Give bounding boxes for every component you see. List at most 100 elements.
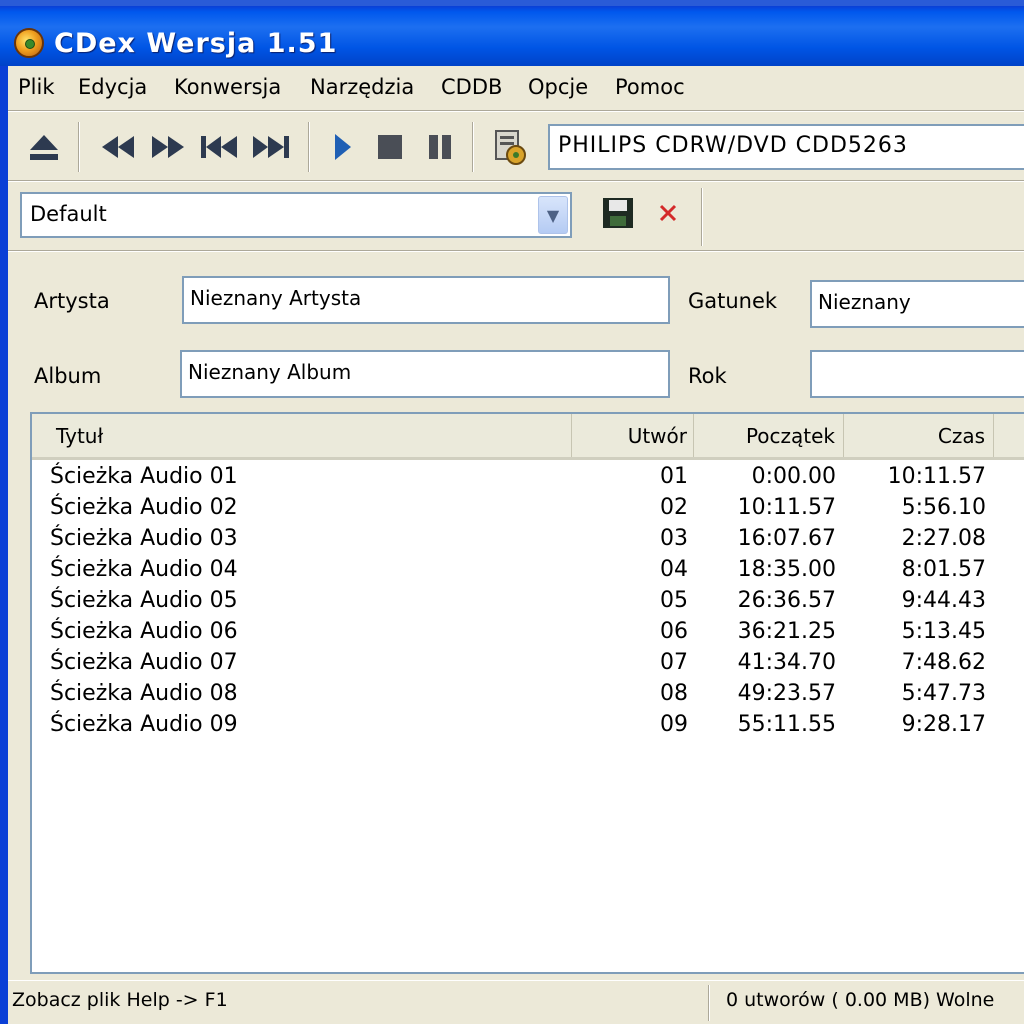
track-number: 03 (660, 526, 688, 551)
track-title: Ścieżka Audio 08 (50, 681, 238, 706)
table-row[interactable]: Ścieżka Audio 06 06 36:21.25 5:13.45 (32, 619, 1024, 650)
toolbar-divider (472, 122, 474, 172)
album-info: Artysta Nieznany Artysta Gatunek Nieznan… (8, 252, 1024, 412)
table-row[interactable]: Ścieżka Audio 05 05 26:36.57 9:44.43 (32, 588, 1024, 619)
track-start: 10:11.57 (737, 495, 836, 520)
table-row[interactable]: Ścieżka Audio 08 08 49:23.57 5:47.73 (32, 681, 1024, 712)
column-header-extra[interactable] (994, 414, 1024, 457)
album-field[interactable]: Nieznany Album (180, 350, 670, 398)
track-time: 10:11.57 (887, 464, 986, 489)
toolbar-separator (8, 180, 1024, 182)
track-number: 04 (660, 557, 688, 582)
track-number: 01 (660, 464, 688, 489)
track-start: 18:35.00 (737, 557, 836, 582)
client-area: Plik Edycja Konwersja Narzędzia CDDB Opc… (0, 66, 1024, 1024)
track-title: Ścieżka Audio 04 (50, 557, 238, 582)
pause-icon (429, 135, 451, 159)
table-row[interactable]: Ścieżka Audio 01 01 0:00.00 10:11.57 (32, 464, 1024, 495)
menu-plik[interactable]: Plik (18, 75, 55, 99)
artist-field[interactable]: Nieznany Artysta (182, 276, 670, 324)
menu-pomoc[interactable]: Pomoc (615, 75, 685, 99)
track-time: 5:13.45 (901, 619, 986, 644)
track-title: Ścieżka Audio 02 (50, 495, 238, 520)
track-list-header: Tytuł Utwór Początek Czas (32, 414, 1024, 460)
profile-bar: Default ▼ (8, 184, 1024, 250)
menu-konwersja[interactable]: Konwersja (174, 75, 281, 99)
menu-bar: Plik Edycja Konwersja Narzędzia CDDB Opc… (8, 66, 1024, 110)
table-row[interactable]: Ścieżka Audio 03 03 16:07.67 2:27.08 (32, 526, 1024, 557)
column-header-title[interactable]: Tytuł (32, 414, 572, 457)
next-track-icon (253, 136, 289, 158)
toolbar-divider (308, 122, 310, 172)
track-title: Ścieżka Audio 03 (50, 526, 238, 551)
track-number: 02 (660, 495, 688, 520)
profile-selected-value: Default (30, 202, 107, 226)
menu-narzedzia[interactable]: Narzędzia (310, 75, 414, 99)
stop-button[interactable] (372, 126, 408, 168)
track-start: 0:00.00 (751, 464, 836, 489)
track-title: Ścieżka Audio 07 (50, 650, 238, 675)
table-row[interactable]: Ścieżka Audio 09 09 55:11.55 9:28.17 (32, 712, 1024, 743)
track-number: 09 (660, 712, 688, 737)
track-start: 41:34.70 (737, 650, 836, 675)
previous-track-icon (201, 136, 237, 158)
table-row[interactable]: Ścieżka Audio 07 07 41:34.70 7:48.62 (32, 650, 1024, 681)
next-track-button[interactable] (248, 126, 294, 168)
column-header-start[interactable]: Początek (694, 414, 844, 457)
profile-select[interactable]: Default ▼ (20, 192, 572, 238)
status-help: Zobacz plik Help -> F1 (12, 989, 228, 1011)
track-start: 55:11.55 (737, 712, 836, 737)
previous-track-button[interactable] (196, 126, 242, 168)
save-profile-button[interactable] (596, 192, 640, 234)
column-header-track[interactable]: Utwór (572, 414, 694, 457)
title-bar[interactable]: CDex Wersja 1.51 (0, 0, 1024, 66)
status-separator (708, 985, 710, 1021)
track-number: 07 (660, 650, 688, 675)
track-time: 5:47.73 (901, 681, 986, 706)
year-label: Rok (688, 364, 727, 388)
track-time: 5:56.10 (901, 495, 986, 520)
rewind-button[interactable] (96, 126, 140, 168)
rewind-icon (102, 136, 134, 158)
play-button[interactable] (324, 126, 360, 168)
fast-forward-icon (152, 136, 184, 158)
menu-separator (8, 110, 1024, 112)
track-time: 8:01.57 (901, 557, 986, 582)
track-number: 08 (660, 681, 688, 706)
fast-forward-button[interactable] (146, 126, 190, 168)
track-start: 26:36.57 (737, 588, 836, 613)
track-title: Ścieżka Audio 01 (50, 464, 238, 489)
profile-divider (701, 188, 703, 246)
delete-icon (659, 204, 677, 222)
album-label: Album (34, 364, 102, 388)
year-field[interactable] (810, 350, 1024, 398)
menu-edycja[interactable]: Edycja (78, 75, 147, 99)
toolbar-divider (78, 122, 80, 172)
status-bar: Zobacz plik Help -> F1 0 utworów ( 0.00 … (8, 980, 1024, 1024)
status-summary: 0 utworów ( 0.00 MB) Wolne (726, 989, 995, 1011)
chevron-down-icon[interactable]: ▼ (538, 196, 568, 234)
save-icon (603, 198, 633, 228)
cd-info-button[interactable] (486, 126, 532, 168)
pause-button[interactable] (422, 126, 458, 168)
track-time: 7:48.62 (901, 650, 986, 675)
genre-field[interactable]: Nieznany (810, 280, 1024, 328)
track-time: 2:27.08 (901, 526, 986, 551)
genre-label: Gatunek (688, 289, 778, 313)
window-title: CDex Wersja 1.51 (54, 28, 338, 59)
track-list[interactable]: Tytuł Utwór Początek Czas Ścieżka Audio … (30, 412, 1024, 974)
track-start: 49:23.57 (737, 681, 836, 706)
eject-button[interactable] (24, 126, 64, 168)
track-title: Ścieżka Audio 05 (50, 588, 238, 613)
menu-cddb[interactable]: CDDB (441, 75, 502, 99)
track-number: 05 (660, 588, 688, 613)
table-row[interactable]: Ścieżka Audio 02 02 10:11.57 5:56.10 (32, 495, 1024, 526)
track-start: 36:21.25 (737, 619, 836, 644)
drive-select[interactable]: PHILIPS CDRW/DVD CDD5263 (548, 124, 1024, 170)
cdex-app-icon[interactable] (14, 28, 44, 58)
menu-opcje[interactable]: Opcje (528, 75, 588, 99)
table-row[interactable]: Ścieżka Audio 04 04 18:35.00 8:01.57 (32, 557, 1024, 588)
delete-profile-button[interactable] (648, 192, 688, 234)
column-header-time[interactable]: Czas (844, 414, 994, 457)
track-number: 06 (660, 619, 688, 644)
